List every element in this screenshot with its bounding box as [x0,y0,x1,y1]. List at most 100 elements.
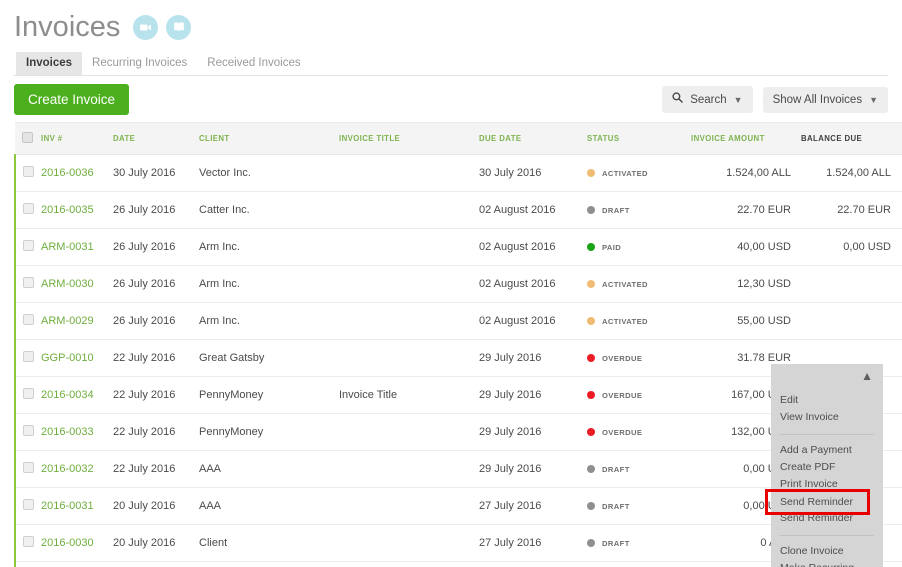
cell-due-date: 27 July 2016 [479,524,587,562]
invoice-table-head: INV # DATE CLIENT INVOICE TITLE DUE DATE… [15,122,902,155]
row-action-menu[interactable]: ▲ Edit View Invoice Add a Payment Create PD… [771,364,883,567]
column-header-due[interactable]: DUE DATE [479,122,587,155]
menu-item-make-recurring[interactable]: Make Recurring [771,560,883,567]
row-checkbox-cell [14,191,41,229]
invoice-number-link[interactable]: ARM-0030 [41,278,94,290]
invoice-number-link[interactable]: ARM-0029 [41,315,94,327]
cell-date: 30 July 2016 [113,154,199,192]
table-row[interactable]: ARM-0031 26 July 2016 Arm Inc. 02 August 20… [14,228,902,266]
invoice-number-link[interactable]: 2016-0031 [41,500,94,512]
cell-balance-due: 0,00 USD [801,228,897,266]
tab-invoices[interactable]: Invoices [16,52,83,75]
cell-status: OVERDUE [587,561,691,567]
filter-dropdown-button[interactable]: Show All Invoices ▼ [762,86,888,113]
cell-client: Vector Inc. [199,154,339,192]
column-header-status[interactable]: STATUS [587,122,691,155]
book-icon[interactable] [166,14,192,40]
table-row[interactable]: 2016-0033 22 July 2016 PennyMoney 29 July 2… [14,413,902,451]
cell-expand: ⌄ [897,154,902,192]
row-checkbox[interactable] [23,351,34,362]
chevron-up-icon[interactable]: ▲ [861,370,873,382]
action-menu-items: Edit View Invoice Add a Payment Create PDF P… [771,388,883,567]
row-checkbox[interactable] [23,536,34,547]
row-checkbox-cell [14,228,41,266]
row-checkbox[interactable] [23,425,34,436]
invoice-number-link[interactable]: 2016-0034 [41,389,94,401]
cell-invoice-number: GGP-0010 [41,339,113,377]
cell-due-date: 27 July 2016 [479,561,587,567]
search-dropdown-button[interactable]: Search ▼ [662,86,753,113]
invoice-number-link[interactable]: 2016-0033 [41,426,94,438]
row-checkbox-cell [14,339,41,377]
table-row[interactable]: 2016-0036 30 July 2016 Vector Inc. 30 July … [14,154,902,192]
cell-invoice-number: 2016-0036 [41,154,113,192]
table-row[interactable]: 2016-0034 22 July 2016 PennyMoney Invoice T… [14,376,902,414]
menu-item-create-pdf[interactable]: Create PDF [771,459,883,476]
status-dot-icon [587,243,595,251]
table-row[interactable]: 2016-0035 26 July 2016 Catter Inc. 02 Augus… [14,191,902,229]
column-header-inv[interactable]: INV # [41,122,113,155]
cell-invoice-title [339,487,479,525]
row-checkbox[interactable] [23,499,34,510]
row-checkbox-cell [14,450,41,488]
cell-invoice-title [339,450,479,488]
cell-client: Great Gatsby [199,339,339,377]
menu-item-clone-invoice[interactable]: Clone Invoice [771,543,883,560]
cell-invoice-title: Invoice Title [339,376,479,414]
row-checkbox-cell [14,154,41,192]
select-all-checkbox[interactable] [22,132,33,143]
menu-item-view-invoice[interactable]: View Invoice [771,409,883,426]
tab-recurring-invoices[interactable]: Recurring Invoices [82,52,197,75]
cell-status: DRAFT [587,450,691,488]
cell-status: OVERDUE [587,339,691,377]
cell-invoice-number: ARM-0029 [41,302,113,340]
column-header-date[interactable]: DATE [113,122,199,155]
row-checkbox[interactable] [23,277,34,288]
tab-received-invoices[interactable]: Received Invoices [197,52,310,75]
cell-invoice-amount: 55,00 USD [691,302,801,340]
cell-status: ACTIVATED [587,154,691,192]
row-checkbox[interactable] [23,388,34,399]
row-checkbox[interactable] [23,203,34,214]
invoice-number-link[interactable]: 2016-0035 [41,204,94,216]
cell-invoice-number: 2016-0031 [41,487,113,525]
cell-balance-due [801,302,897,340]
invoice-number-link[interactable]: ARM-0031 [41,241,94,253]
invoice-number-link[interactable]: GGP-0010 [41,352,94,364]
table-row[interactable]: 2016-0030 20 July 2016 Client 27 July 2016 D… [14,524,902,562]
video-camera-icon[interactable] [133,14,159,40]
action-menu-header: ▲ [771,364,883,388]
table-row[interactable]: ARM-0029 26 July 2016 Arm Inc. 02 August 20… [14,302,902,340]
table-row[interactable]: 2016-002920 July 2016PennyMoneyInvoice T… [14,561,902,567]
cell-expand: ⌄ [897,228,902,266]
column-header-title[interactable]: INVOICE TITLE [339,122,479,155]
toolbar: Create Invoice Search ▼ Show All Invoice… [14,76,888,122]
row-checkbox[interactable] [23,462,34,473]
row-checkbox[interactable] [23,240,34,251]
create-invoice-button[interactable]: Create Invoice [14,83,130,115]
column-header-balance[interactable]: BALANCE DUE [801,122,897,155]
invoice-number-link[interactable]: 2016-0032 [41,463,94,475]
menu-item-print-invoice[interactable]: Print Invoice [771,476,883,493]
menu-item-add-a-payment[interactable]: Add a Payment [771,442,883,459]
cell-invoice-number: 2016-0030 [41,524,113,562]
table-row[interactable]: GGP-0010 22 July 2016 Great Gatsby 29 July … [14,339,902,377]
row-checkbox[interactable] [23,166,34,177]
invoice-number-link[interactable]: 2016-0030 [41,537,94,549]
table-row[interactable]: 2016-0031 20 July 2016 AAA 27 July 2016 DRAF… [14,487,902,525]
cell-balance-due: 1.524,00 ALL [801,154,897,192]
row-checkbox[interactable] [23,314,34,325]
cell-balance-due [801,265,897,303]
cell-status: DRAFT [587,191,691,229]
table-row[interactable]: ARM-0030 26 July 2016 Arm Inc. 02 August 20… [14,265,902,303]
menu-item-edit[interactable]: Edit [771,392,883,409]
column-header-client[interactable]: CLIENT [199,122,339,155]
cell-date: 20 July 2016 [113,487,199,525]
table-row[interactable]: 2016-0032 22 July 2016 AAA 29 July 2016 DRAF… [14,450,902,488]
menu-item-send-reminder[interactable]: Send Reminder [771,510,883,527]
cell-client: PennyMoney [199,376,339,414]
invoice-number-link[interactable]: 2016-0036 [41,167,94,179]
menu-item-send-reminder[interactable]: Send Reminder [771,492,883,512]
column-header-amount[interactable]: INVOICE AMOUNT [691,122,801,155]
cell-due-date: 29 July 2016 [479,450,587,488]
